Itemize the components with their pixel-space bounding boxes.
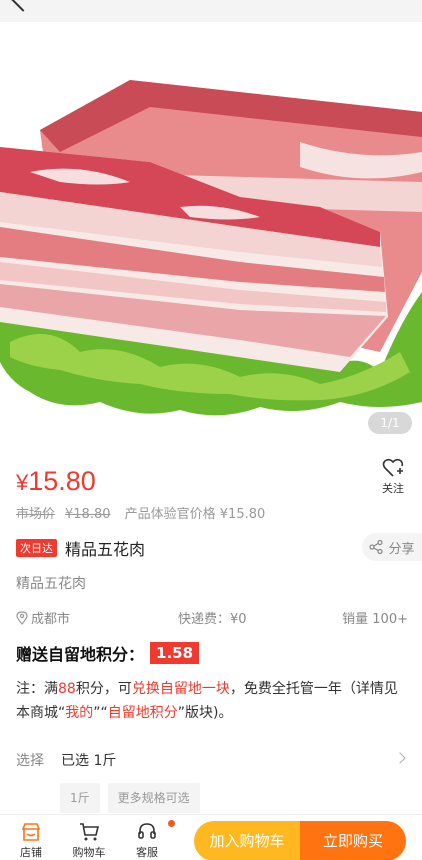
sales-count: 销量 100+ — [342, 612, 408, 627]
next-day-badge: 次日达 — [16, 539, 57, 557]
selected-spec: 已选 1斤 — [61, 753, 117, 769]
bottom-action-bar: 店铺 购物车 客服 加入购物车 立即购买 — [0, 814, 422, 860]
shopping-cart-icon — [80, 823, 100, 841]
market-price: ¥18.80 — [65, 507, 111, 522]
chevron-right-icon — [394, 752, 406, 764]
store-icon — [21, 823, 41, 841]
price-value: 15.80 — [28, 466, 96, 496]
points-note: 注：满88积分，可兑换自留地一块，免费全托管一年（详情见本商城“我的”“自留地积… — [16, 677, 410, 725]
title-row: 次日达 精品五花肉 — [16, 536, 145, 560]
note-number: 88 — [58, 681, 76, 697]
follow-button[interactable]: 关注 — [376, 458, 410, 496]
image-counter: 1/1 — [368, 412, 412, 434]
shipping-fee: 快递费：¥0 — [178, 612, 247, 627]
redeem-link[interactable]: 兑换自留地一块 — [132, 681, 230, 697]
points-label: 赠送自留地积分： — [16, 645, 145, 664]
follow-label: 关注 — [382, 482, 404, 495]
product-title: 精品五花肉 — [65, 540, 146, 559]
spec-chips: 1斤 更多规格可选 — [60, 783, 208, 813]
note-text: ”“ — [93, 705, 108, 721]
pork-belly-image — [0, 80, 422, 416]
share-button[interactable]: 分享 — [362, 533, 422, 561]
cart-button[interactable]: 购物车 — [69, 821, 109, 860]
cart-label: 购物车 — [72, 846, 106, 859]
price-row: 市场价 ¥18.80 产品体验官价格 ¥15.80 — [16, 503, 275, 522]
note-text: ”版块)。 — [177, 705, 233, 721]
share-label: 分享 — [388, 541, 415, 557]
note-text: 注：满 — [16, 681, 58, 697]
points-value: 1.58 — [150, 642, 200, 664]
customer-service-button[interactable]: 客服 — [127, 821, 167, 860]
location-text: 成都市 — [31, 612, 71, 627]
service-label: 客服 — [136, 846, 158, 859]
product-subtitle: 精品五花肉 — [16, 576, 86, 592]
location: 成都市 — [16, 608, 70, 627]
headset-icon — [138, 823, 156, 839]
buy-now-button[interactable]: 立即购买 — [300, 821, 406, 860]
more-specs-chip[interactable]: 更多规格可选 — [107, 783, 200, 813]
select-label: 选择 — [16, 753, 44, 769]
note-text: 积分，可 — [75, 681, 132, 697]
tester-price: 产品体验官价格 ¥15.80 — [124, 507, 266, 522]
store-label: 店铺 — [20, 846, 42, 859]
spec-chip[interactable]: 1斤 — [60, 783, 100, 813]
currency-symbol: ¥ — [16, 470, 29, 495]
my-link[interactable]: 我的 — [65, 705, 93, 721]
location-pin-icon — [16, 610, 28, 625]
points-row: 赠送自留地积分： 1.58 — [16, 641, 200, 665]
points-link[interactable]: 自留地积分 — [108, 705, 178, 721]
market-price-label: 市场价 — [16, 507, 56, 522]
back-arrow-icon[interactable] — [10, 0, 36, 12]
store-button[interactable]: 店铺 — [11, 821, 51, 860]
sale-price: ¥15.80 — [16, 466, 96, 497]
share-icon — [369, 540, 384, 554]
heart-plus-icon — [382, 458, 404, 477]
product-image[interactable] — [0, 22, 422, 444]
top-bar — [0, 0, 422, 22]
add-to-cart-button[interactable]: 加入购物车 — [194, 821, 300, 860]
notification-dot — [168, 820, 175, 827]
